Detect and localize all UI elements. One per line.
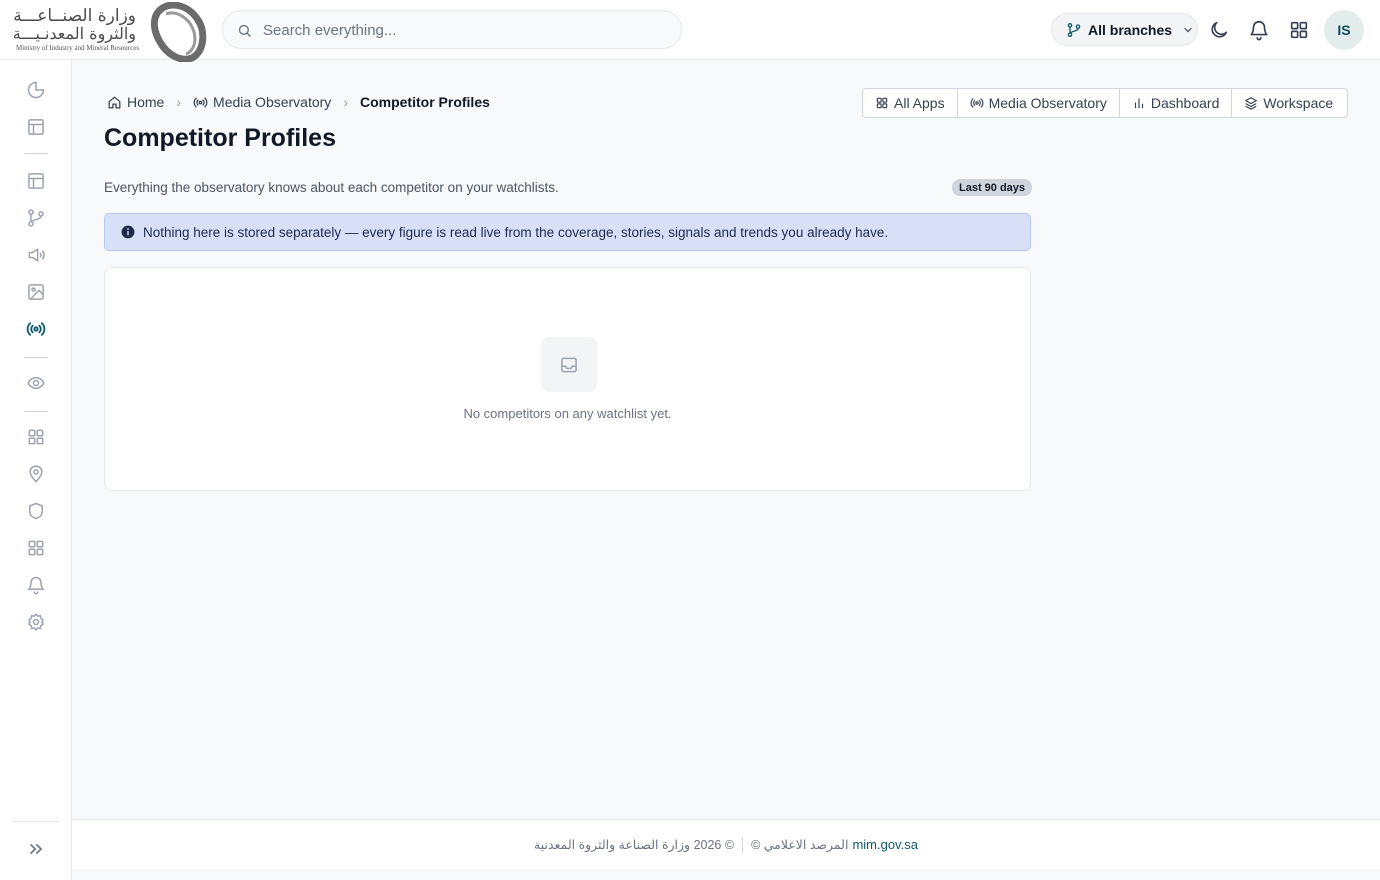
breadcrumb-current: Competitor Profiles [359, 94, 490, 110]
breadcrumb-media-observatory[interactable]: Media Observatory [193, 94, 331, 110]
search-bar[interactable] [222, 10, 682, 49]
branch-selector-label: All branches [1088, 21, 1173, 38]
image-icon[interactable] [26, 282, 46, 302]
breadcrumb-section-label: Media Observatory [213, 94, 332, 110]
sidebar-divider [24, 153, 48, 154]
pie-chart-icon[interactable] [26, 80, 46, 100]
bell-icon[interactable] [1248, 19, 1270, 41]
page-subtitle: Everything the observatory knows about e… [104, 180, 559, 195]
shield-icon[interactable] [26, 501, 46, 521]
search-icon [238, 24, 251, 37]
logo-arabic-line2: والثروة المعدنـيـــة [12, 24, 136, 43]
empty-state-message: No competitors on any watchlist yet. [463, 406, 672, 421]
sidebar-divider [24, 411, 48, 412]
grid-icon[interactable] [26, 427, 46, 447]
user-avatar[interactable]: IS [1324, 10, 1364, 50]
layers-icon [1245, 97, 1258, 110]
date-range-badge: Last 90 days [952, 179, 1033, 196]
chevron-down-icon [1184, 27, 1192, 32]
empty-state-icon-box [541, 337, 597, 392]
grid-icon [876, 97, 888, 109]
competitors-empty-state: No competitors on any watchlist yet. [104, 267, 1031, 491]
breadcrumb-home[interactable]: Home [107, 94, 164, 110]
bell-icon[interactable] [26, 575, 46, 595]
all-apps-button[interactable]: All Apps [863, 89, 958, 117]
megaphone-icon[interactable] [26, 245, 46, 265]
footer: © 2026 وزارة الصناعة والثروة المعدنية ال… [72, 819, 1380, 869]
info-alert: Nothing here is stored separately — ever… [104, 213, 1031, 251]
footer-website-link[interactable]: mim.gov.sa [852, 837, 918, 852]
search-input[interactable] [263, 19, 663, 41]
footer-copyright: © 2026 وزارة الصناعة والثروة المعدنية [534, 838, 735, 852]
page-title: Competitor Profiles [104, 124, 336, 152]
apps-grid-icon[interactable] [1288, 19, 1310, 41]
bar-chart-icon [1134, 98, 1143, 109]
logo-english: Ministry of Industry and Mineral Resourc… [16, 44, 140, 52]
footer-observatory: المرصد الاعلامي © [751, 838, 849, 852]
media-observatory-label: Media Observatory [988, 95, 1107, 111]
eye-icon[interactable] [26, 373, 46, 393]
media-observatory-button[interactable]: Media Observatory [958, 89, 1120, 117]
sidebar-bottom-divider [12, 821, 59, 822]
logo-mark-icon [150, 2, 207, 62]
git-branch-icon [1067, 22, 1081, 37]
breadcrumb-separator: › [176, 94, 182, 110]
dashboard-button[interactable]: Dashboard [1120, 89, 1233, 117]
radio-broadcast-icon[interactable] [26, 319, 46, 339]
layout-icon[interactable] [26, 117, 46, 137]
git-branch-icon[interactable] [26, 208, 46, 228]
settings-gear-icon[interactable] [26, 612, 46, 632]
all-apps-label: All Apps [894, 95, 945, 111]
ministry-logo[interactable]: وزارة الصنــاعـــة والثروة المعدنـيـــة … [12, 2, 210, 62]
workspace-label: Workspace [1263, 95, 1334, 111]
home-icon [108, 96, 121, 108]
breadcrumb: Home › Media Observatory › Competitor Pr… [107, 92, 490, 112]
app-switcher: All Apps Media Observatory Dashboard Wor… [862, 88, 1348, 118]
sidebar [0, 60, 72, 880]
footer-separator [742, 836, 744, 853]
moon-icon[interactable] [1208, 19, 1230, 41]
sidebar-divider [24, 357, 48, 358]
workspace-button[interactable]: Workspace [1232, 89, 1345, 117]
breadcrumb-home-label: Home [127, 94, 165, 110]
radio-broadcast-icon [193, 97, 208, 107]
dashboard-label: Dashboard [1150, 95, 1220, 111]
radio-broadcast-icon [970, 98, 983, 108]
branch-selector[interactable]: All branches [1051, 13, 1198, 46]
chevrons-right-icon[interactable] [26, 839, 46, 859]
layout-icon[interactable] [26, 171, 46, 191]
info-alert-text: Nothing here is stored separately — ever… [143, 224, 889, 240]
logo-arabic-line1: وزارة الصنــاعـــة [13, 6, 136, 26]
top-bar: وزارة الصنــاعـــة والثروة المعدنـيـــة … [0, 0, 1380, 62]
info-icon [121, 225, 135, 239]
inbox-icon [561, 357, 577, 372]
breadcrumb-separator: › [343, 94, 348, 110]
grid-icon[interactable] [26, 538, 46, 558]
map-pin-icon[interactable] [26, 464, 46, 484]
